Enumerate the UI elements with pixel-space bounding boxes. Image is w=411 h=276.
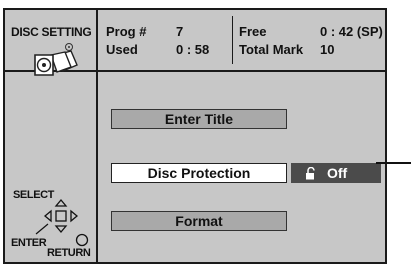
disc-setting-screen: DISC SETTING Prog # 7 Used 0 : 58 Free 0…	[3, 8, 387, 264]
unlocked-padlock-icon	[306, 166, 315, 179]
enter-title-button[interactable]: Enter Title	[111, 109, 287, 129]
page-title: DISC SETTING	[11, 25, 92, 39]
disc-stack-icon	[34, 43, 78, 76]
disc-protection-button[interactable]: Disc Protection	[111, 163, 287, 183]
total-mark-label: Total Mark	[239, 42, 304, 57]
enter-line-icon	[35, 223, 49, 235]
used-value: 0 : 58	[176, 42, 210, 57]
sidebar-divider	[96, 10, 98, 262]
protection-status-value: Off	[327, 165, 348, 181]
total-mark-value: 10	[320, 42, 335, 57]
format-button[interactable]: Format	[111, 211, 287, 231]
header-column-divider	[232, 16, 233, 64]
free-value: 0 : 42 (SP)	[320, 24, 383, 39]
enter-label: ENTER	[11, 237, 47, 249]
used-label: Used	[106, 42, 138, 57]
free-label: Free	[239, 24, 267, 39]
prog-value: 7	[176, 24, 184, 39]
prog-label: Prog #	[106, 24, 147, 39]
return-button-icon	[75, 233, 89, 247]
callout-pointer-line	[376, 162, 411, 164]
return-label: RETURN	[47, 247, 91, 259]
protection-status: Off	[291, 163, 381, 183]
